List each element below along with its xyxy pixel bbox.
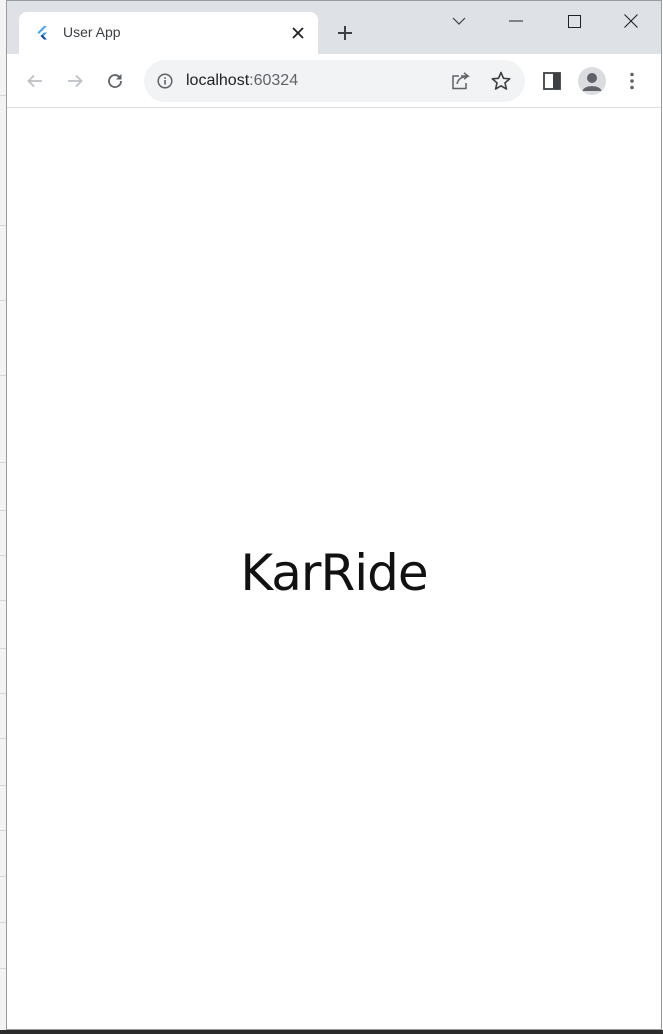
page-content: KarRide [7, 108, 661, 1029]
info-icon[interactable] [155, 71, 175, 91]
browser-toolbar: localhost:60324 [7, 54, 661, 108]
person-icon[interactable] [578, 67, 606, 95]
star-icon[interactable] [490, 70, 512, 92]
close-icon[interactable] [289, 24, 307, 42]
side-panel-icon[interactable] [540, 69, 564, 93]
browser-window: User App localhost:60324 KarRide [6, 0, 662, 1030]
tab-strip: User App [7, 1, 661, 54]
maximize-icon[interactable] [559, 9, 589, 33]
url-host: localhost [186, 72, 250, 89]
app-title: KarRide [240, 544, 428, 602]
plus-icon[interactable] [333, 21, 357, 45]
share-icon[interactable] [450, 71, 472, 91]
close-icon[interactable] [616, 9, 646, 33]
tab-title: User App [63, 24, 121, 40]
address-bar[interactable]: localhost:60324 [144, 60, 525, 102]
arrow-left-icon[interactable] [23, 69, 47, 93]
chevron-down-icon[interactable] [444, 9, 474, 33]
url-text[interactable]: localhost:60324 [186, 72, 298, 90]
taskbar-edge [0, 1030, 663, 1034]
url-port: :60324 [249, 72, 299, 89]
minimize-icon[interactable] [501, 9, 531, 33]
flutter-logo-icon [35, 25, 51, 41]
reload-icon[interactable] [103, 69, 127, 93]
kebab-menu-icon[interactable] [620, 69, 644, 93]
arrow-right-icon[interactable] [63, 69, 87, 93]
tab-user-app[interactable]: User App [19, 12, 318, 54]
